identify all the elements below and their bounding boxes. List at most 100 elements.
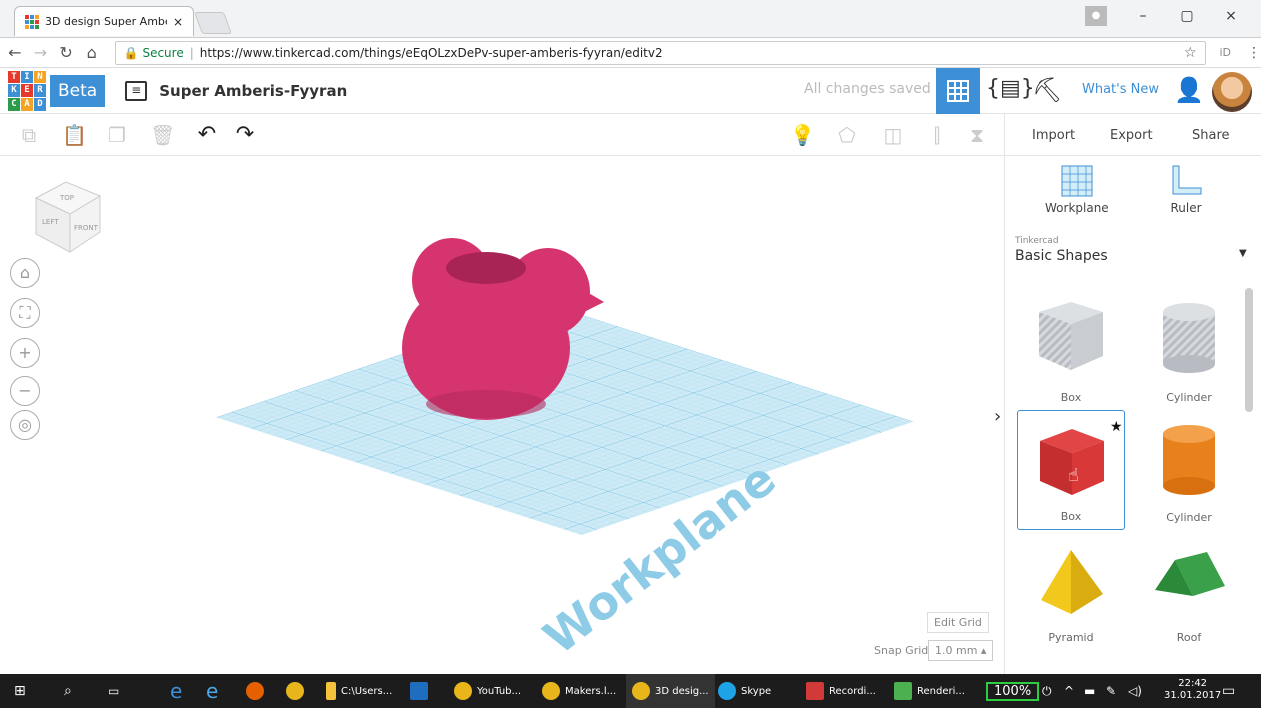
duplicate-icon[interactable]: ❐ [106, 124, 128, 146]
category-select[interactable]: Basic Shapes [1015, 248, 1108, 264]
beta-badge[interactable]: Beta [50, 74, 106, 107]
chevron-up-icon[interactable]: ^ [1064, 674, 1074, 708]
tab-close-icon[interactable]: × [173, 15, 183, 29]
outlook-icon[interactable] [410, 674, 433, 708]
taskbar-rendering[interactable]: Renderi... [894, 674, 965, 708]
edge-icon[interactable]: e [170, 674, 182, 708]
battery-indicator[interactable]: 100% [986, 682, 1040, 701]
taskbar-skype[interactable]: Skype [718, 674, 771, 708]
shape-label: Cylinder [1166, 511, 1212, 524]
search-icon[interactable]: ⌕ [64, 674, 72, 708]
power-icon[interactable]: ⏻ [1042, 674, 1052, 708]
window-controls: ● – ▢ × [1085, 6, 1253, 26]
bookmark-star-icon[interactable]: ☆ [1184, 45, 1197, 61]
avatar[interactable] [1212, 72, 1252, 112]
browser-tab[interactable]: 3D design Super Amberis × [14, 6, 194, 36]
redo-icon[interactable]: ↷ [234, 124, 256, 146]
secure-label: Secure [142, 45, 184, 60]
edit-grid-button[interactable]: Edit Grid [927, 612, 989, 633]
url-separator: | [189, 45, 194, 60]
zoom-in-icon[interactable]: + [10, 338, 40, 368]
clock-time: 22:42 [1178, 678, 1208, 689]
shape-cylinder-striped[interactable]: Cylinder [1135, 290, 1243, 410]
shape-roof[interactable]: Roof [1135, 530, 1243, 650]
workplane-tool[interactable]: Workplane [1045, 164, 1109, 215]
browser-menu-icon[interactable]: ⋮ [1247, 45, 1261, 61]
cylinder-hole-icon [1163, 303, 1215, 373]
notifications-icon[interactable]: ▭ [1222, 674, 1235, 708]
url-field[interactable]: 🔒 Secure | https://www.tinkercad.com/thi… [114, 40, 1206, 65]
collapse-panel-icon[interactable]: › [994, 406, 1001, 427]
snap-grid-select[interactable]: 1.0 mm ▴ [928, 640, 994, 661]
group-icon[interactable]: ⬠ [836, 124, 858, 146]
taskbar-recording[interactable]: Recordi... [806, 674, 876, 708]
panel-scrollbar[interactable] [1245, 288, 1253, 412]
zoom-out-icon[interactable]: − [10, 376, 40, 406]
copy-icon[interactable]: ⧉ [18, 124, 40, 146]
taskbar-youtube[interactable]: YouTub... [454, 674, 521, 708]
shape-box[interactable]: ★ ☝ Box [1017, 410, 1125, 530]
toolbar-divider [1004, 114, 1005, 156]
ie-icon[interactable]: e [206, 674, 218, 708]
ungroup-icon[interactable]: ◫ [882, 124, 904, 146]
forward-icon[interactable]: → [30, 43, 52, 62]
grid-view-button[interactable] [936, 68, 980, 114]
mirror-icon[interactable]: ⧗ [966, 124, 988, 146]
back-icon[interactable]: ← [4, 43, 26, 62]
taskbar-makers[interactable]: Makers.l... [542, 674, 616, 708]
lock-icon: 🔒 [123, 45, 139, 60]
windows-start-icon[interactable]: ⊞ [14, 674, 26, 708]
tinkercad-logo[interactable]: TIN KER CAD [8, 70, 46, 111]
new-tab-button[interactable] [193, 12, 233, 34]
extension-icon[interactable]: iD [1220, 46, 1232, 59]
import-button[interactable]: Import [1022, 122, 1085, 150]
pen-icon[interactable]: ✎ [1106, 674, 1116, 708]
fit-view-icon[interactable]: ⛶ [10, 298, 40, 328]
maximize-button[interactable]: ▢ [1165, 8, 1209, 24]
undo-icon[interactable]: ↶ [196, 124, 218, 146]
box-hole-icon [1039, 302, 1103, 370]
code-blocks-icon[interactable]: {▤} [986, 76, 1035, 101]
light-bulb-icon[interactable]: 💡 [790, 124, 815, 146]
system-clock[interactable]: 22:42 31.01.2017 [1164, 678, 1221, 702]
shape-box-striped[interactable]: Box [1017, 290, 1125, 410]
add-user-icon[interactable]: 👤 [1174, 76, 1204, 104]
design-properties-icon[interactable]: ≡ [125, 80, 148, 101]
delete-icon[interactable]: 🗑 [150, 124, 175, 146]
workplane-grid[interactable]: Workplane [0, 156, 1004, 674]
home-view-icon[interactable]: ⌂ [10, 258, 40, 288]
whats-new-link[interactable]: What's New [1082, 82, 1159, 97]
project-name[interactable]: Super Amberis-Fyyran [159, 82, 347, 100]
taskbar-explorer[interactable]: C:\Users... [326, 674, 392, 708]
home-icon[interactable]: ⌂ [81, 43, 103, 62]
shape-cylinder[interactable]: Cylinder [1135, 410, 1243, 530]
share-button[interactable]: Share [1182, 122, 1240, 150]
view-cube[interactable]: TOP LEFT FRONT [26, 174, 106, 254]
network-icon[interactable]: ▬ [1084, 674, 1095, 708]
shape-label: Pyramid [1048, 631, 1094, 644]
shape-pyramid[interactable]: Pyramid [1017, 530, 1125, 650]
firefox-icon[interactable] [246, 674, 269, 708]
logo-letter: C [8, 97, 20, 111]
paste-icon[interactable]: 📋 [62, 124, 87, 146]
browser-profile-icon[interactable]: ● [1085, 6, 1107, 26]
reload-icon[interactable]: ↻ [55, 43, 77, 62]
taskbar-3d-design[interactable]: 3D desig... [626, 674, 715, 708]
pickaxe-icon[interactable]: ⛏ [1032, 76, 1062, 104]
task-view-icon[interactable]: ▭ [108, 674, 119, 708]
close-window-button[interactable]: × [1209, 8, 1253, 24]
minimize-button[interactable]: – [1121, 8, 1165, 24]
export-button[interactable]: Export [1100, 122, 1163, 150]
tinkercad-favicon [25, 14, 39, 29]
shape-label: Cylinder [1166, 391, 1212, 404]
3d-workspace[interactable]: Workplane TOP LEFT FRONT ⌂ ⛶ + − ◎ Edit … [0, 156, 1004, 674]
align-icon[interactable]: ⫿ [926, 124, 948, 146]
pyramid-icon [1041, 550, 1103, 614]
chevron-down-icon[interactable]: ▼ [1239, 248, 1247, 259]
workplane-icon [1061, 165, 1093, 197]
ruler-tool[interactable]: Ruler [1169, 164, 1203, 215]
browser-tab-strip: 3D design Super Amberis × ● – ▢ × [0, 0, 1261, 38]
volume-icon[interactable]: ◁) [1128, 674, 1142, 708]
perspective-icon[interactable]: ◎ [10, 410, 40, 440]
chrome-icon[interactable] [286, 674, 309, 708]
